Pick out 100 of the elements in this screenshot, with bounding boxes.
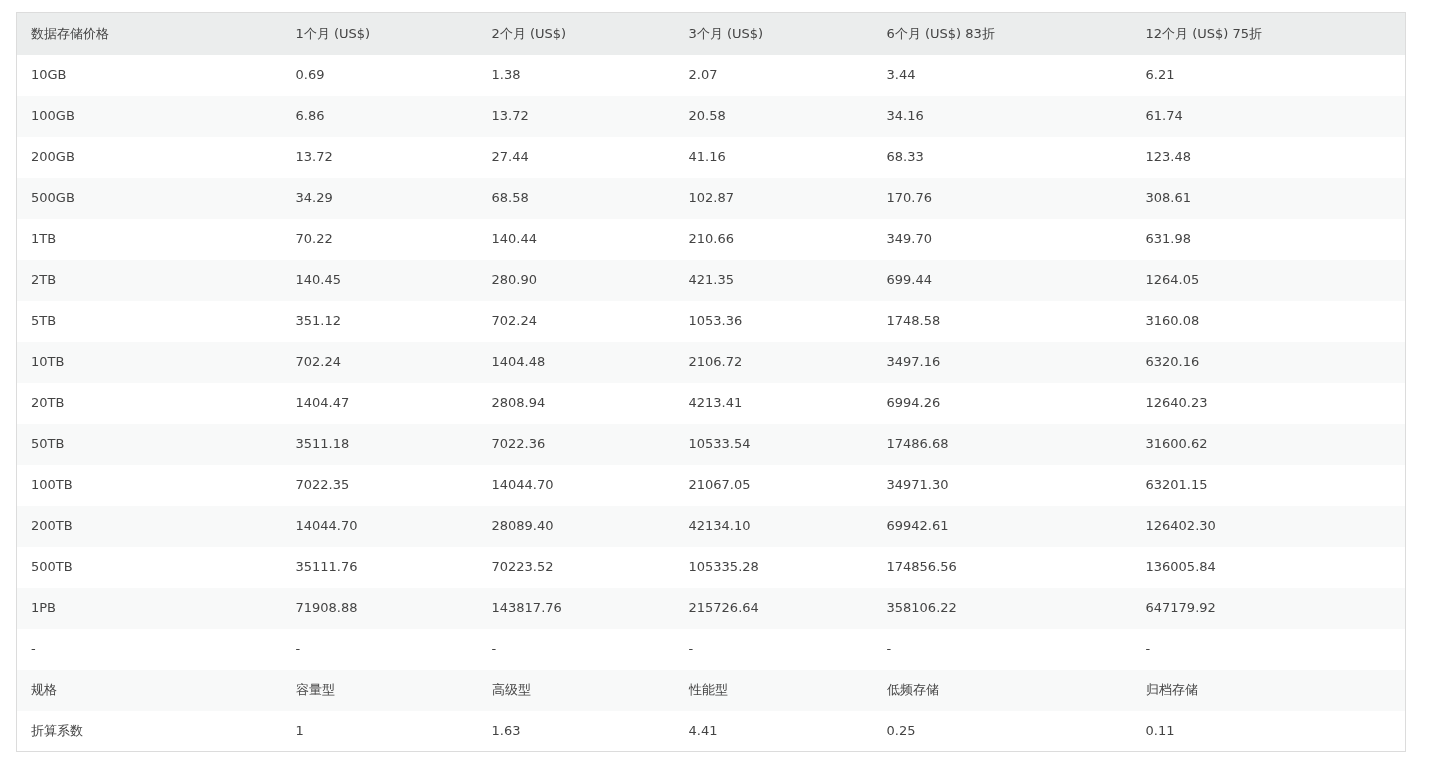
table-cell: 500GB: [16, 177, 282, 219]
table-cell: 17486.68: [872, 423, 1132, 465]
table-cell: 28089.40: [477, 505, 675, 547]
table-cell: 1748.58: [872, 300, 1132, 342]
table-cell: 20TB: [16, 382, 282, 424]
table-cell: 2TB: [16, 259, 282, 301]
table-cell: 0.69: [281, 54, 478, 96]
column-header: 12个月 (US$) 75折: [1131, 12, 1406, 55]
table-cell: 351.12: [281, 300, 478, 342]
table-cell: 性能型: [674, 669, 873, 711]
table-cell: 1404.47: [281, 382, 478, 424]
table-cell: 7022.36: [477, 423, 675, 465]
table-cell: 42134.10: [674, 505, 873, 547]
table-cell: 631.98: [1131, 218, 1406, 260]
table-cell: 高级型: [477, 669, 675, 711]
table-cell: -: [477, 628, 675, 670]
table-cell: 2106.72: [674, 341, 873, 383]
table-cell: 1PB: [16, 587, 282, 629]
table-cell: 105335.28: [674, 546, 873, 588]
table-cell: 6.21: [1131, 54, 1406, 96]
table-cell: 70223.52: [477, 546, 675, 588]
table-cell: 140.44: [477, 218, 675, 260]
table-cell: 136005.84: [1131, 546, 1406, 588]
table-cell: 100TB: [16, 464, 282, 506]
table-cell: 20.58: [674, 95, 873, 137]
table-cell: 10GB: [16, 54, 282, 96]
table-cell: 3.44: [872, 54, 1132, 96]
table-cell: 7022.35: [281, 464, 478, 506]
table-cell: 4213.41: [674, 382, 873, 424]
table-cell: 3511.18: [281, 423, 478, 465]
table-cell: 4.41: [674, 710, 873, 752]
table-cell: 13.72: [281, 136, 478, 178]
table-cell: 6994.26: [872, 382, 1132, 424]
table-cell: 6320.16: [1131, 341, 1406, 383]
table-cell: 358106.22: [872, 587, 1132, 629]
table-cell: 50TB: [16, 423, 282, 465]
table-cell: 1: [281, 710, 478, 752]
column-header: 3个月 (US$): [674, 12, 873, 55]
table-cell: 14044.70: [281, 505, 478, 547]
table-cell: 140.45: [281, 259, 478, 301]
table-cell: 1264.05: [1131, 259, 1406, 301]
table-cell: 34.29: [281, 177, 478, 219]
table-cell: 1.63: [477, 710, 675, 752]
table-cell: 5TB: [16, 300, 282, 342]
table-cell: 规格: [16, 669, 282, 711]
table-cell: 174856.56: [872, 546, 1132, 588]
table-cell: 34.16: [872, 95, 1132, 137]
table-cell: 280.90: [477, 259, 675, 301]
table-cell: -: [281, 628, 478, 670]
table-cell: 14044.70: [477, 464, 675, 506]
table-cell: 200GB: [16, 136, 282, 178]
table-cell: 500TB: [16, 546, 282, 588]
table-cell: 3497.16: [872, 341, 1132, 383]
table-cell: 69942.61: [872, 505, 1132, 547]
table-cell: 61.74: [1131, 95, 1406, 137]
table-cell: 1TB: [16, 218, 282, 260]
table-cell: 308.61: [1131, 177, 1406, 219]
table-cell: 27.44: [477, 136, 675, 178]
table-cell: 421.35: [674, 259, 873, 301]
table-cell: 折算系数: [16, 710, 282, 752]
table-cell: 13.72: [477, 95, 675, 137]
table-cell: 34971.30: [872, 464, 1132, 506]
table-cell: 6.86: [281, 95, 478, 137]
table-cell: 10533.54: [674, 423, 873, 465]
table-cell: 68.58: [477, 177, 675, 219]
table-cell: -: [1131, 628, 1406, 670]
table-cell: 41.16: [674, 136, 873, 178]
table-cell: 200TB: [16, 505, 282, 547]
table-cell: 0.11: [1131, 710, 1406, 752]
table-cell: 1.38: [477, 54, 675, 96]
table-cell: 0.25: [872, 710, 1132, 752]
table-cell: 123.48: [1131, 136, 1406, 178]
table-cell: 210.66: [674, 218, 873, 260]
table-cell: 21067.05: [674, 464, 873, 506]
table-cell: 170.76: [872, 177, 1132, 219]
table-cell: 1053.36: [674, 300, 873, 342]
table-cell: -: [872, 628, 1132, 670]
table-cell: 归档存储: [1131, 669, 1406, 711]
column-header: 2个月 (US$): [477, 12, 675, 55]
column-header: 1个月 (US$): [281, 12, 478, 55]
table-cell: 349.70: [872, 218, 1132, 260]
table-cell: 63201.15: [1131, 464, 1406, 506]
table-cell: 702.24: [477, 300, 675, 342]
table-cell: 702.24: [281, 341, 478, 383]
table-cell: -: [674, 628, 873, 670]
column-header: 6个月 (US$) 83折: [872, 12, 1132, 55]
table-cell: 35111.76: [281, 546, 478, 588]
table-cell: 1404.48: [477, 341, 675, 383]
table-cell: 70.22: [281, 218, 478, 260]
table-cell: 100GB: [16, 95, 282, 137]
table-cell: 102.87: [674, 177, 873, 219]
table-cell: 2808.94: [477, 382, 675, 424]
column-header: 数据存储价格: [16, 12, 282, 55]
table-cell: 2.07: [674, 54, 873, 96]
table-cell: 3160.08: [1131, 300, 1406, 342]
table-cell: 647179.92: [1131, 587, 1406, 629]
table-cell: 低频存储: [872, 669, 1132, 711]
table-cell: 31600.62: [1131, 423, 1406, 465]
table-cell: 10TB: [16, 341, 282, 383]
table-cell: 699.44: [872, 259, 1132, 301]
